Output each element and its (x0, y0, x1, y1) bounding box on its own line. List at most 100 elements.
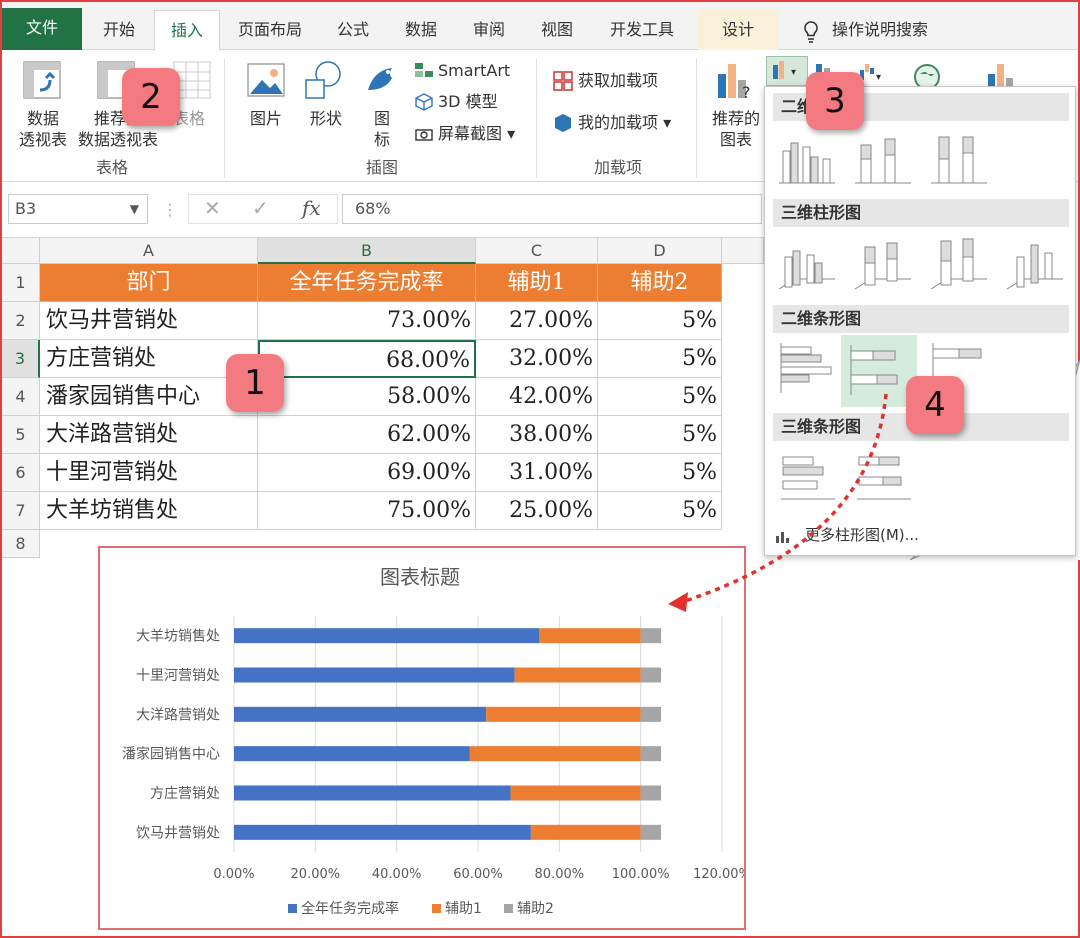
shapes-icon (302, 60, 346, 108)
step-badge-2: 2 (122, 68, 180, 126)
enter-check-icon[interactable]: ✓ (252, 196, 269, 220)
smartart-icon (414, 62, 434, 82)
3d-column-option[interactable] (1003, 233, 1067, 295)
bar-segment (234, 824, 531, 840)
ribbon-tab-bar: 文件 开始 插入 页面布局 公式 数据 审阅 视图 开发工具 设计 操作说明搜索 (2, 2, 1078, 50)
3d-model-button[interactable]: 3D 模型 (438, 91, 498, 112)
value-cell[interactable]: 32.00% (476, 340, 598, 378)
section-2d-bar: 二维条形图 (773, 305, 1069, 333)
row-header[interactable]: 7 (2, 492, 40, 530)
3d-stacked-column-option[interactable] (851, 233, 915, 295)
clustered-column-option[interactable] (775, 129, 839, 191)
legend-swatch (432, 904, 441, 913)
3d-100-stacked-column-option[interactable] (927, 233, 991, 295)
value-cell[interactable]: 62.00% (258, 416, 476, 454)
department-cell[interactable]: 饮马井营销处 (40, 302, 258, 340)
row-header[interactable]: 1 (2, 264, 40, 302)
store-icon (552, 70, 574, 96)
value-cell[interactable]: 69.00% (258, 454, 476, 492)
value-cell[interactable]: 38.00% (476, 416, 598, 454)
shapes-button[interactable]: 形状 (298, 108, 354, 129)
tab-home[interactable]: 开始 (94, 10, 144, 50)
recommended-charts-button[interactable]: 推荐的 图表 (704, 108, 768, 150)
row-header[interactable]: 3 (2, 340, 40, 378)
group-label-addins: 加载项 (593, 158, 642, 177)
stacked-column-option[interactable] (851, 129, 915, 191)
header-cell[interactable]: 辅助2 (598, 264, 722, 302)
row-header[interactable]: 2 (2, 302, 40, 340)
select-all-corner[interactable] (2, 238, 40, 264)
get-addins-button[interactable]: 获取加载项 (578, 70, 658, 91)
bar-segment (234, 706, 487, 722)
column-header-a[interactable]: A (40, 238, 258, 264)
y-category-label: 饮马井营销处 (136, 825, 220, 841)
x-tick-label: 40.00% (372, 867, 422, 882)
column-header-e[interactable] (722, 238, 764, 264)
tell-me-search[interactable]: 操作说明搜索 (832, 10, 942, 50)
recommended-charts-icon: ? (714, 60, 756, 106)
tab-data[interactable]: 数据 (396, 10, 446, 50)
tab-page-layout[interactable]: 页面布局 (230, 10, 310, 50)
row-header[interactable]: 5 (2, 416, 40, 454)
value-cell[interactable]: 73.00% (258, 302, 476, 340)
row-header[interactable]: 4 (2, 378, 40, 416)
column-header-d[interactable]: D (598, 238, 722, 264)
cancel-icon[interactable]: ✕ (204, 196, 221, 220)
value-cell[interactable]: 42.00% (476, 378, 598, 416)
insert-function-icon[interactable]: fx (302, 196, 321, 220)
stacked-bar-chart: 图表标题 0.00% 20.00% 40.00% 60.00% 80.00% 100.00%… (122, 565, 751, 917)
column-header-c[interactable]: C (476, 238, 598, 264)
x-tick-label: 60.00% (453, 867, 503, 882)
chart-area[interactable]: 图表标题 0.00% 20.00% 40.00% 60.00% 80.00% 100.00%… (98, 546, 751, 930)
value-cell[interactable]: 25.00% (476, 492, 598, 530)
legend-swatch (504, 904, 513, 913)
3d-clustered-column-option[interactable] (775, 233, 839, 295)
pivot-table-button[interactable]: 数据 透视表 (8, 108, 78, 150)
smartart-button[interactable]: SmartArt (438, 60, 510, 81)
insert-column-bar-chart-button[interactable]: ▾ (766, 56, 808, 86)
screenshot-button[interactable]: 屏幕截图 ▾ (438, 123, 515, 144)
value-cell[interactable]: 58.00% (258, 378, 476, 416)
formula-input[interactable]: 68% (342, 194, 762, 224)
icons-button[interactable]: 图 标 (362, 108, 402, 150)
value-cell[interactable]: 27.00% (476, 302, 598, 340)
legend-label: 辅助1 (445, 901, 482, 917)
picture-button[interactable]: 图片 (238, 108, 294, 129)
tab-insert[interactable]: 插入 (154, 10, 220, 50)
header-cell[interactable]: 全年任务完成率 (258, 264, 476, 302)
group-separator (224, 58, 225, 178)
y-category-label: 潘家园销售中心 (122, 746, 220, 763)
value-cell[interactable]: 75.00% (258, 492, 476, 530)
100-stacked-column-option[interactable] (927, 129, 991, 191)
header-cell[interactable]: 部门 (40, 264, 258, 302)
department-cell[interactable]: 大羊坊销售处 (40, 492, 258, 530)
tab-design[interactable]: 设计 (698, 10, 778, 50)
value-cell[interactable]: 5% (598, 340, 722, 378)
value-cell[interactable]: 5% (598, 302, 722, 340)
name-box[interactable]: B3 ▼ (8, 194, 148, 224)
svg-text:▾: ▾ (876, 72, 881, 83)
my-addins-button[interactable]: 我的加载项 ▾ (578, 112, 671, 133)
department-cell[interactable]: 大洋路营销处 (40, 416, 258, 454)
bar-segment (514, 667, 641, 683)
tab-developer[interactable]: 开发工具 (602, 10, 682, 50)
department-cell[interactable]: 十里河营销处 (40, 454, 258, 492)
value-cell[interactable]: 31.00% (476, 454, 598, 492)
x-tick-label: 100.00% (612, 867, 670, 882)
header-cell[interactable]: 辅助1 (476, 264, 598, 302)
tab-review[interactable]: 审阅 (464, 10, 514, 50)
row-header[interactable]: 6 (2, 454, 40, 492)
value-cell[interactable]: 68.00% (258, 340, 476, 378)
bar-segment (469, 746, 641, 762)
bar-segment (234, 628, 539, 644)
row-header[interactable]: 8 (2, 530, 40, 558)
column-header-b[interactable]: B (258, 238, 476, 264)
pivot-table-icon (22, 60, 62, 104)
worksheet-grid: A B C D 1 2 3 4 5 6 7 8 部门 全年任务完成率 辅助1 辅助2 饮马井营销处 73.… (2, 238, 764, 558)
tab-view[interactable]: 视图 (532, 10, 582, 50)
chart-title: 图表标题 (380, 565, 460, 589)
bar-segment (510, 785, 641, 801)
tab-formulas[interactable]: 公式 (328, 10, 378, 50)
bar-segment (640, 628, 661, 644)
tab-file[interactable]: 文件 (2, 8, 82, 50)
